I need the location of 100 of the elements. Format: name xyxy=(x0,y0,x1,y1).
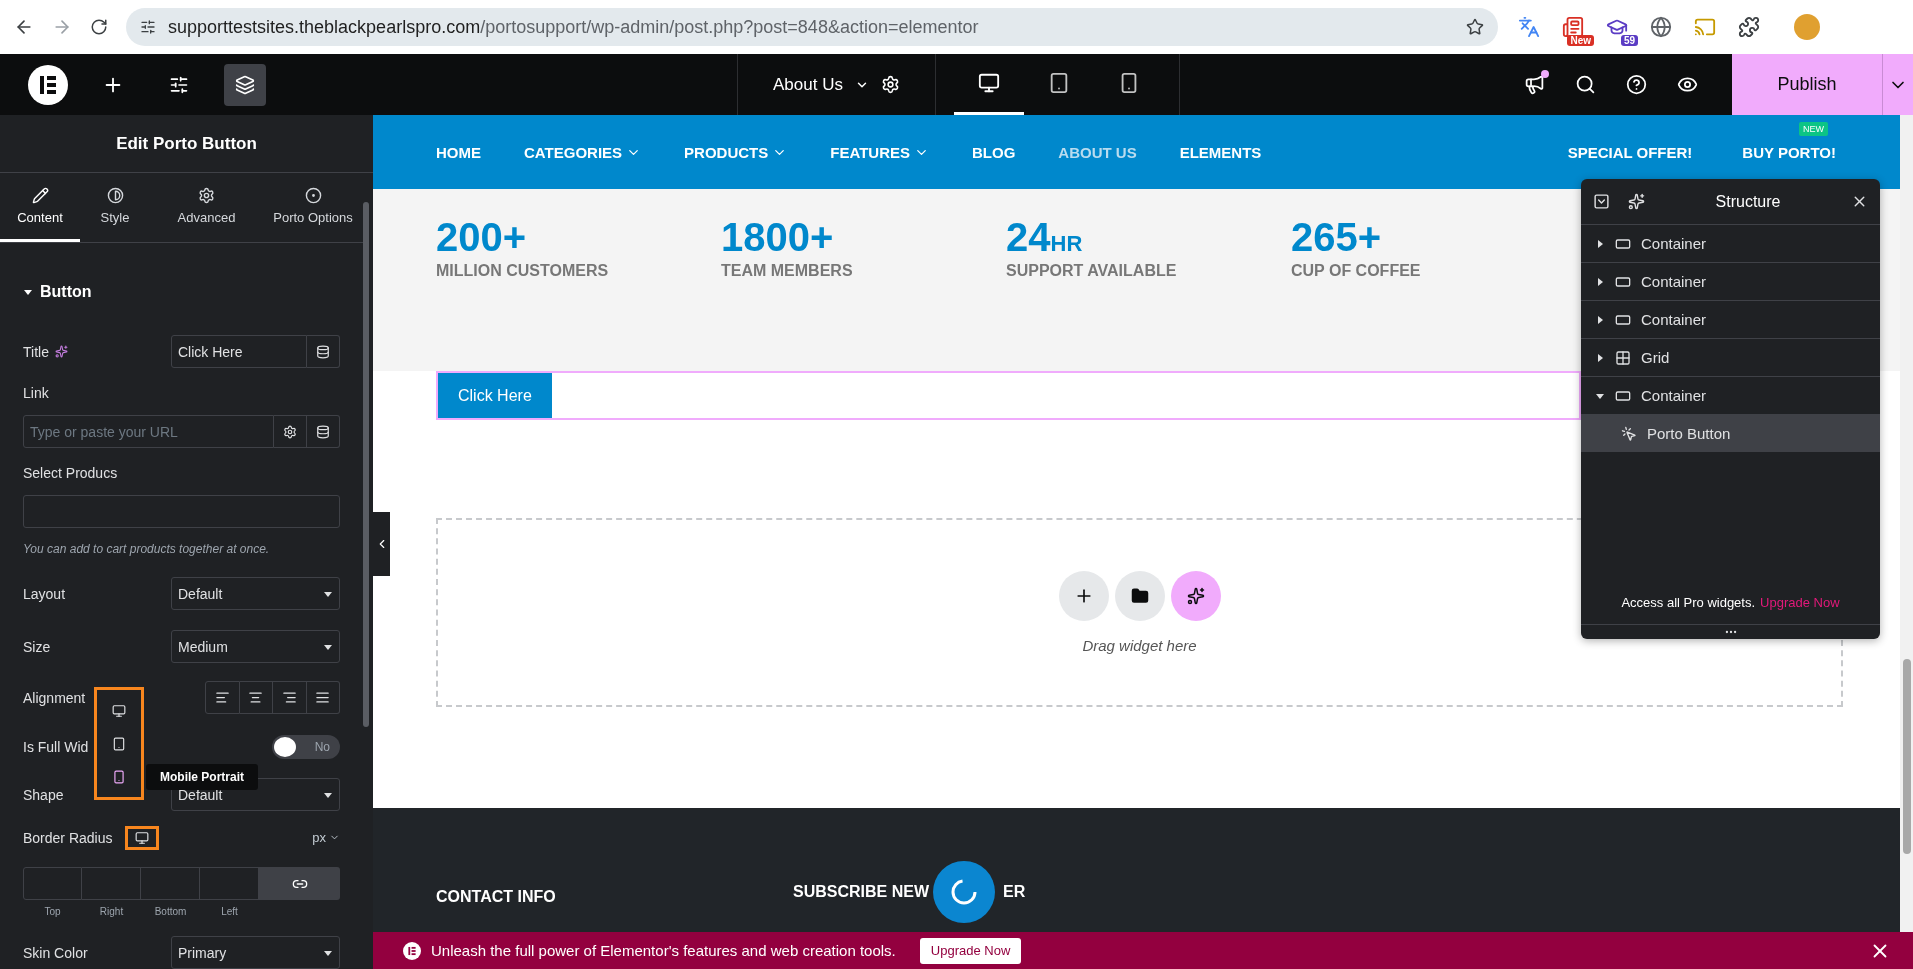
mobile-icon xyxy=(112,769,126,784)
dynamic-tags-button[interactable] xyxy=(307,415,340,448)
footer-heading: CONTACT INFO xyxy=(436,888,557,906)
link-values-button[interactable] xyxy=(259,867,340,900)
panel-tab[interactable]: Style xyxy=(80,173,150,242)
footer-heading: ER xyxy=(1003,883,1026,901)
unit-selector[interactable]: px xyxy=(312,830,340,845)
scrollbar-thumb[interactable] xyxy=(363,202,369,727)
search-icon[interactable] xyxy=(1575,74,1596,95)
field-label: Title xyxy=(23,343,68,360)
contrast-icon xyxy=(106,187,124,204)
structure-title: Structure xyxy=(1714,192,1782,211)
caret-icon xyxy=(23,287,33,297)
select-field[interactable]: Medium xyxy=(171,630,340,663)
panel-tab[interactable]: Porto Options xyxy=(263,173,363,242)
tablet-icon xyxy=(1048,72,1070,94)
field-label: Select Producs xyxy=(23,465,119,481)
caret-right-icon[interactable] xyxy=(1595,352,1605,363)
align-right-button[interactable] xyxy=(273,681,307,714)
field-label: Layout xyxy=(23,585,66,602)
field-label: Size xyxy=(23,638,51,655)
nav-link[interactable]: SPECIAL OFFER! xyxy=(1567,143,1693,161)
dimension-field[interactable] xyxy=(82,867,141,900)
caret-right-icon[interactable] xyxy=(1595,238,1605,249)
structure-item[interactable]: Container xyxy=(1581,263,1880,301)
ai-button[interactable] xyxy=(1628,193,1645,210)
url-field[interactable]: Type or paste your URL xyxy=(23,415,274,448)
square-chevron-icon xyxy=(1593,193,1610,210)
select-field[interactable]: Primary xyxy=(171,936,340,969)
footer-heading: SUBSCRIBE NEW xyxy=(793,883,929,901)
publish-button[interactable]: Publish xyxy=(1732,54,1882,115)
field-label: Alignment xyxy=(23,689,86,706)
nav-link[interactable]: BLOG xyxy=(972,143,1016,161)
ai-sparkle-icon[interactable] xyxy=(54,345,68,358)
align-left-button[interactable] xyxy=(205,681,240,714)
sparkles-icon xyxy=(1186,587,1205,605)
grid-icon xyxy=(1615,349,1631,366)
drop-hint: Drag widget here xyxy=(1082,637,1197,654)
caret-right-icon[interactable] xyxy=(1595,276,1605,287)
link-options-button[interactable] xyxy=(274,415,307,448)
extension-badge: 59 xyxy=(1620,35,1638,46)
stat-label: SUPPORT AVAILABLE xyxy=(1006,262,1178,280)
circle-dot-icon xyxy=(304,187,322,204)
nav-link[interactable]: HOME xyxy=(436,143,481,161)
sliders-icon xyxy=(169,74,189,95)
stat-label: TEAM MEMBERS xyxy=(721,262,854,280)
layers-icon xyxy=(235,74,255,95)
pencil-icon xyxy=(31,187,49,204)
title-field[interactable]: Click Here xyxy=(171,335,307,368)
align-center-button[interactable] xyxy=(239,681,273,714)
nav-link[interactable]: PRODUCTS xyxy=(684,143,788,161)
bookmark-star-icon[interactable] xyxy=(1466,18,1484,36)
desktop-icon xyxy=(112,703,126,718)
structure-item[interactable]: Grid xyxy=(1581,339,1880,377)
dimension-label: Left xyxy=(220,906,239,917)
stat-label: CUP OF COFFEE xyxy=(1291,262,1422,280)
notification-dot xyxy=(1541,70,1549,78)
nav-link[interactable]: CATEGORIES xyxy=(524,143,642,161)
help-text: You can add to cart products together at once. xyxy=(23,542,271,556)
field-label: Border Radius xyxy=(23,829,113,846)
upgrade-link[interactable]: Upgrade Now xyxy=(1760,594,1840,610)
promo-text: Access all Pro widgets. xyxy=(1621,594,1756,610)
address-bar[interactable]: supporttestsites.theblackpearlspro.com/portosupport/wp-admin/post.php?post=848&action=elementor xyxy=(126,8,1498,46)
structure-item[interactable]: Porto Button xyxy=(1581,415,1880,452)
select-field[interactable]: Default xyxy=(171,577,340,610)
nav-link[interactable]: FEATURES xyxy=(830,143,929,161)
toggle-switch[interactable]: No xyxy=(272,734,340,759)
desktop-device-button[interactable] xyxy=(124,825,159,850)
template-library-button[interactable] xyxy=(1114,571,1165,621)
dimension-field[interactable] xyxy=(141,867,200,900)
nav-link[interactable]: BUY PORTO! xyxy=(1742,143,1836,161)
nav-link[interactable]: ELEMENTS xyxy=(1179,143,1262,161)
banner-text: Unleash the full power of Elementor's features and web creation tools. xyxy=(431,942,896,959)
selected-container[interactable]: Click Here xyxy=(436,371,1581,420)
field-label: Skin Color xyxy=(23,944,88,961)
add-section-button[interactable] xyxy=(1058,571,1109,621)
structure-item[interactable]: Container xyxy=(1581,225,1880,263)
products-field[interactable] xyxy=(23,495,340,528)
site-info-icon[interactable] xyxy=(140,19,156,35)
upgrade-button[interactable]: Upgrade Now xyxy=(919,937,1022,964)
scrollbar-thumb[interactable] xyxy=(1902,659,1911,854)
justify-button[interactable] xyxy=(306,681,340,714)
megaphone-icon[interactable] xyxy=(1524,74,1545,95)
stat-value: 200+ xyxy=(436,216,528,258)
reload-icon[interactable] xyxy=(90,18,108,36)
click-here-button[interactable]: Click Here xyxy=(438,373,552,418)
collapse-button[interactable] xyxy=(1593,193,1610,210)
extension-badge: New xyxy=(1567,35,1594,46)
help-icon[interactable] xyxy=(1626,74,1647,95)
settings-icon[interactable] xyxy=(880,75,900,94)
structure-button[interactable] xyxy=(224,63,266,106)
panel-tab[interactable]: Advanced xyxy=(150,173,263,242)
ai-generate-button[interactable] xyxy=(1170,571,1221,621)
panel-tab[interactable]: Content xyxy=(0,173,80,242)
structure-item[interactable]: Container xyxy=(1581,301,1880,339)
dynamic-tags-button[interactable] xyxy=(307,335,340,368)
caret-right-icon[interactable] xyxy=(1595,314,1605,325)
dimension-label: Right xyxy=(98,906,125,917)
section-header[interactable]: Button xyxy=(23,280,340,304)
dimension-field[interactable] xyxy=(23,867,82,900)
